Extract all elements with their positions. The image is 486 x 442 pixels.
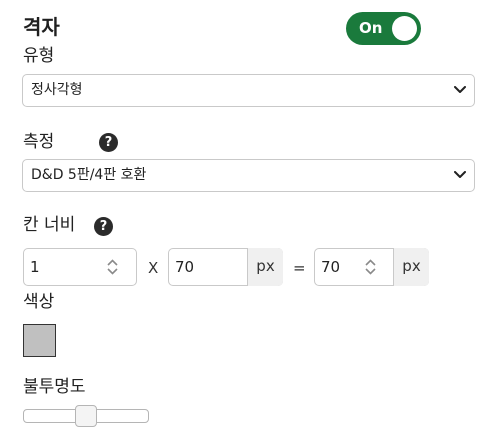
total-px-input[interactable]: 70 px	[314, 248, 429, 286]
equals-symbol: =	[293, 259, 306, 277]
total-px-unit: px	[393, 248, 429, 286]
measure-select-value: D&D 5판/4판 호환	[31, 167, 147, 183]
toggle-knob	[392, 16, 417, 41]
type-select[interactable]: 정사각형	[22, 74, 475, 107]
opacity-slider[interactable]	[23, 405, 149, 427]
chevron-down-icon	[454, 86, 466, 93]
cell-width-label: 칸 너비	[23, 215, 76, 235]
cell-px-unit: px	[247, 248, 283, 286]
grid-title: 격자	[23, 15, 60, 39]
measure-select[interactable]: D&D 5판/4판 호환	[22, 159, 475, 192]
cell-px-value: 70	[175, 258, 195, 276]
grid-toggle[interactable]: On	[346, 12, 421, 45]
times-symbol: X	[148, 259, 159, 277]
total-px-value: 70	[321, 258, 341, 276]
color-swatch[interactable]	[23, 324, 56, 357]
type-select-value: 정사각형	[31, 82, 83, 98]
measure-label: 측정	[23, 132, 55, 152]
spinner-icon[interactable]	[106, 258, 119, 276]
type-label: 유형	[23, 46, 55, 66]
help-icon[interactable]: ?	[94, 217, 113, 236]
cell-px-input[interactable]: 70 px	[168, 248, 283, 286]
opacity-slider-thumb[interactable]	[75, 405, 97, 427]
cell-count-input[interactable]: 1	[23, 248, 137, 286]
chevron-down-icon	[454, 171, 466, 178]
help-icon[interactable]: ?	[99, 133, 118, 152]
opacity-label: 불투명도	[23, 377, 86, 397]
color-label: 색상	[23, 292, 55, 312]
spinner-icon[interactable]	[364, 258, 377, 276]
cell-count-value: 1	[30, 258, 40, 276]
toggle-label: On	[359, 19, 383, 37]
